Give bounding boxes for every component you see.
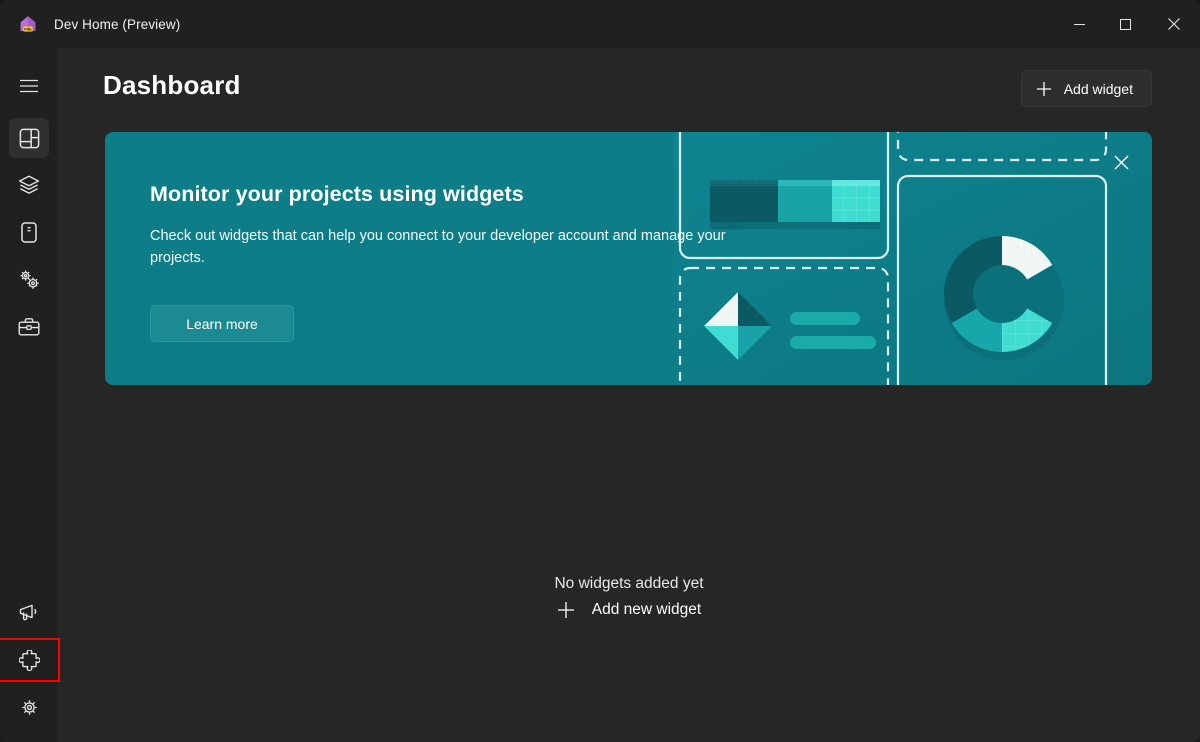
learn-more-button[interactable]: Learn more (150, 305, 294, 342)
page-header: Dashboard Add widget (58, 48, 1200, 128)
svg-text:PRE: PRE (24, 28, 32, 32)
gears-icon (20, 270, 39, 289)
megaphone-icon (19, 604, 36, 621)
sidebar-item-settings[interactable] (9, 687, 49, 727)
gear-icon (21, 699, 37, 715)
sidebar-bottom-nav (0, 593, 60, 734)
sidebar-item-extensions[interactable] (0, 638, 60, 682)
banner-description: Check out widgets that can help you conn… (150, 228, 726, 266)
sidebar-item-dashboard[interactable] (9, 118, 49, 158)
device-icon (21, 221, 37, 243)
hamburger-menu-button[interactable] (9, 66, 49, 106)
minimize-button[interactable] (1056, 0, 1102, 48)
window-controls (1056, 0, 1200, 48)
minimize-icon (1073, 23, 1085, 25)
close-button[interactable] (1148, 0, 1200, 48)
add-new-widget-label: Add new widget (591, 601, 702, 618)
add-widget-button[interactable]: Add widget (1020, 70, 1152, 107)
title-bar: PRE Dev Home (Preview) (0, 0, 1200, 48)
sidebar-item-feedback[interactable] (9, 593, 49, 633)
dev-home-window: PRE Dev Home (Preview) Dashboard Add wid… (0, 0, 1200, 742)
dev-home-house-icon: PRE (20, 16, 36, 32)
plus-icon (1036, 81, 1052, 97)
sidebar-top-nav (9, 66, 49, 353)
dashboard-icon (19, 128, 39, 148)
layers-icon (18, 175, 40, 194)
banner-text-block: Monitor your projects using widgets Chec… (150, 182, 740, 269)
puzzle-piece-icon (18, 649, 40, 671)
close-icon (1114, 155, 1128, 169)
sidebar (0, 48, 60, 742)
sidebar-item-environments[interactable] (9, 212, 49, 252)
add-widget-label: Add widget (1063, 80, 1133, 97)
sidebar-item-toolbox[interactable] (9, 306, 49, 346)
empty-state-title: No widgets added yet (554, 575, 704, 592)
maximize-icon (1119, 18, 1131, 30)
sidebar-item-utilities[interactable] (9, 259, 49, 299)
add-new-widget-button[interactable]: Add new widget (557, 601, 701, 619)
plus-icon (557, 601, 575, 619)
learn-more-label: Learn more (186, 315, 258, 332)
empty-state: No widgets added yet Add new widget (58, 575, 1200, 624)
widgets-illustration (674, 132, 1152, 385)
sidebar-item-machine-configuration[interactable] (9, 165, 49, 205)
page-title: Dashboard (103, 70, 241, 100)
app-icon: PRE (18, 14, 38, 34)
maximize-button[interactable] (1102, 0, 1148, 48)
briefcase-icon (18, 317, 40, 336)
hamburger-menu-icon (20, 79, 38, 93)
banner-illustration (674, 132, 1152, 385)
widgets-promo-banner: Monitor your projects using widgets Chec… (105, 132, 1152, 385)
banner-title: Monitor your projects using widgets (150, 182, 524, 206)
window-title: Dev Home (Preview) (54, 16, 181, 32)
close-icon (1168, 18, 1180, 30)
banner-close-button[interactable] (1106, 147, 1136, 177)
